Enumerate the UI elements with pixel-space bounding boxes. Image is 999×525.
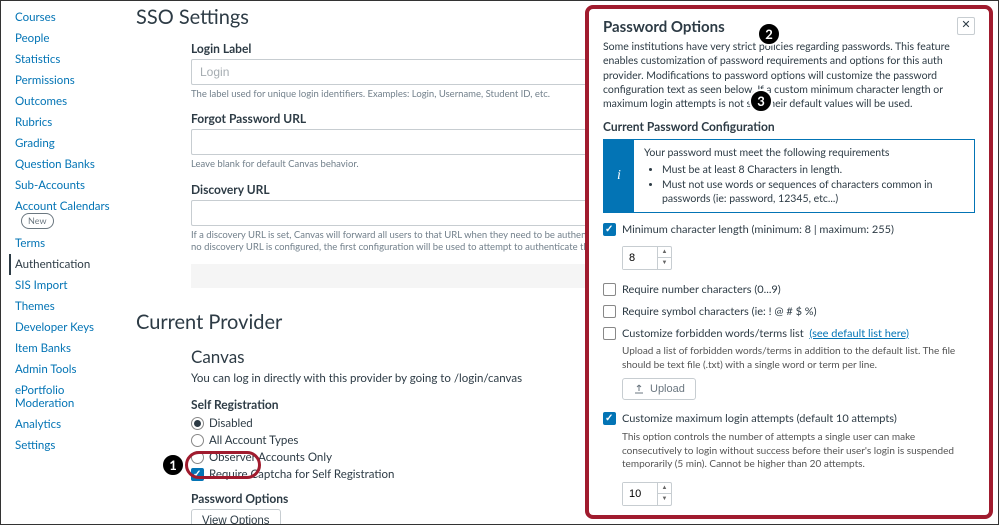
nav-analytics[interactable]: Analytics <box>15 414 126 435</box>
forbidden-words-checkbox[interactable]: Customize forbidden words/terms list (se… <box>603 327 975 342</box>
nav-settings[interactable]: Settings <box>15 435 126 456</box>
nav-account-calendars[interactable]: Account Calendars New <box>15 196 126 233</box>
nav-themes[interactable]: Themes <box>15 296 126 317</box>
radio-icon <box>191 434 204 447</box>
radio-icon <box>191 451 204 464</box>
info-box: i Your password must meet the following … <box>603 139 975 213</box>
require-number-label: Require number characters (0...9) <box>622 283 781 298</box>
view-options-button[interactable]: View Options <box>191 509 281 524</box>
nav-admin-tools[interactable]: Admin Tools <box>15 359 126 380</box>
info-lead: Your password must meet the following re… <box>644 146 964 160</box>
callout-1: 1 <box>161 453 185 477</box>
require-symbol-checkbox[interactable]: Require symbol characters (ie: ! @ # $ %… <box>603 305 975 320</box>
info-icon: i <box>604 140 634 212</box>
nav-account-calendars-label: Account Calendars <box>15 200 110 213</box>
nav-authentication[interactable]: Authentication <box>9 254 126 275</box>
config-heading: Current Password Configuration <box>603 119 975 135</box>
callout-3: 3 <box>749 89 773 113</box>
min-length-input[interactable]: ▲ ▼ <box>622 246 672 270</box>
check-icon <box>603 412 616 425</box>
login-label-input[interactable] <box>191 59 621 85</box>
default-list-link[interactable]: (see default list here) <box>809 327 909 340</box>
nav-question-banks[interactable]: Question Banks <box>15 154 126 175</box>
max-attempts-input[interactable]: ▲ ▼ <box>622 482 672 506</box>
forbidden-words-help: Upload a list of forbidden words/terms i… <box>622 345 975 372</box>
radio-disabled-label: Disabled <box>209 417 253 430</box>
modal-title: Password Options <box>603 17 725 37</box>
radio-icon <box>191 417 204 430</box>
nav-people[interactable]: People <box>15 28 126 49</box>
password-options-modal: Password Options ✕ Some institutions hav… <box>585 5 993 519</box>
radio-observer-label: Observer Accounts Only <box>209 451 332 464</box>
upload-icon <box>633 383 645 395</box>
min-length-label: Minimum character length (minimum: 8 | m… <box>622 223 894 238</box>
check-icon <box>603 223 616 236</box>
nav-rubrics[interactable]: Rubrics <box>15 112 126 133</box>
grey-footer-block <box>191 264 621 288</box>
sidebar-nav: Courses People Statistics Permissions Ou… <box>1 1 126 524</box>
max-attempts-help: This option controls the number of attem… <box>622 431 975 472</box>
require-symbol-label: Require symbol characters (ie: ! @ # $ %… <box>622 305 817 320</box>
min-length-value[interactable] <box>623 247 657 269</box>
nav-outcomes[interactable]: Outcomes <box>15 91 126 112</box>
upload-button[interactable]: Upload <box>622 378 696 400</box>
modal-description: Some institutions have very strict polic… <box>603 40 975 111</box>
info-bullet-1: Must be at least 8 Characters in length. <box>662 163 964 177</box>
forgot-url-input[interactable] <box>191 129 621 155</box>
discovery-url-input[interactable] <box>191 200 621 226</box>
max-attempts-checkbox[interactable]: Customize maximum login attempts (defaul… <box>603 412 975 427</box>
nav-developer-keys[interactable]: Developer Keys <box>15 317 126 338</box>
max-attempts-label: Customize maximum login attempts (defaul… <box>622 412 897 427</box>
nav-item-banks[interactable]: Item Banks <box>15 338 126 359</box>
spin-down-icon[interactable]: ▼ <box>658 494 671 505</box>
nav-eportfolio[interactable]: ePortfolio Moderation <box>15 380 126 414</box>
spin-up-icon[interactable]: ▲ <box>658 483 671 495</box>
max-attempts-value[interactable] <box>623 483 657 505</box>
nav-terms[interactable]: Terms <box>15 233 126 254</box>
info-bullet-2: Must not use words or sequences of chara… <box>662 178 964 206</box>
forbidden-words-text: Customize forbidden words/terms list <box>622 327 804 340</box>
new-badge: New <box>21 213 54 229</box>
require-number-checkbox[interactable]: Require number characters (0...9) <box>603 283 975 298</box>
captcha-label: Require Captcha for Self Registration <box>209 468 394 481</box>
nav-grading[interactable]: Grading <box>15 133 126 154</box>
spin-up-icon[interactable]: ▲ <box>658 247 671 259</box>
nav-courses[interactable]: Courses <box>15 7 126 28</box>
check-icon <box>603 327 616 340</box>
min-length-checkbox[interactable]: Minimum character length (minimum: 8 | m… <box>603 223 975 238</box>
nav-sub-accounts[interactable]: Sub-Accounts <box>15 175 126 196</box>
radio-all-label: All Account Types <box>209 434 298 447</box>
callout-2: 2 <box>757 22 781 46</box>
nav-sis-import[interactable]: SIS Import <box>15 275 126 296</box>
close-button[interactable]: ✕ <box>957 17 975 35</box>
check-icon <box>603 305 616 318</box>
upload-label: Upload <box>650 383 685 395</box>
nav-statistics[interactable]: Statistics <box>15 49 126 70</box>
spin-down-icon[interactable]: ▼ <box>658 258 671 269</box>
forbidden-words-label: Customize forbidden words/terms list (se… <box>622 327 909 342</box>
check-icon <box>191 468 204 481</box>
nav-permissions[interactable]: Permissions <box>15 70 126 91</box>
check-icon <box>603 283 616 296</box>
